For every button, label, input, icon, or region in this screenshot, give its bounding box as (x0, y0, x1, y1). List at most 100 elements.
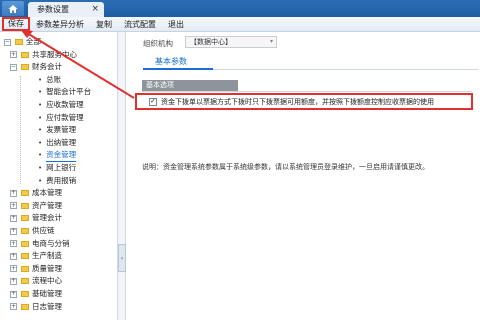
sidebar-item[interactable]: + 生产制造 (10, 250, 62, 262)
org-select-value: 【数据中心】 (190, 38, 232, 46)
flow-config-button[interactable]: 流式配置 (118, 17, 162, 32)
sidebar-item[interactable]: • 出纳管理 (38, 137, 76, 149)
sidebar-item-label: 应收款管理 (46, 100, 84, 109)
option-row-bill-quota: ✓ 资金下拨单以票据方式下拨时只下拨票据可用额度，并按照下拨额度控制应收票据的使… (135, 93, 473, 110)
collapse-icon[interactable]: − (10, 63, 17, 71)
tab-basic-params[interactable]: 基本参数 (155, 56, 187, 67)
expand-icon[interactable]: + (10, 265, 17, 273)
splitter[interactable] (118, 32, 126, 320)
sidebar-item[interactable]: • 总账 (38, 74, 61, 86)
expand-icon[interactable]: + (10, 303, 17, 311)
chevron-down-icon: ▾ (269, 38, 273, 45)
bullet-icon: • (38, 176, 43, 185)
sidebar-item[interactable]: • 应收款管理 (38, 99, 84, 111)
sidebar-item[interactable]: + 资产管理 (10, 200, 62, 212)
sidebar-item-label: 应付款管理 (46, 112, 84, 122)
expand-icon[interactable]: + (10, 290, 17, 298)
sidebar-item[interactable]: + 日志管理 (10, 301, 62, 313)
sidebar-item[interactable]: + 质量管理 (10, 263, 62, 275)
bullet-icon: • (38, 126, 43, 135)
toolbar: 保存 参数差异分析 复制 流式配置 退出 (0, 17, 480, 32)
sidebar-item-label: 生产制造 (32, 251, 62, 261)
folder-icon (21, 202, 29, 209)
active-tab-underline (143, 68, 213, 70)
bullet-icon: • (38, 88, 43, 97)
folder-icon (21, 303, 29, 310)
expand-icon[interactable]: + (10, 202, 17, 210)
sidebar-item-label: 管理会计 (32, 213, 62, 223)
sidebar-item[interactable]: + 管理会计 (10, 212, 62, 224)
folder-icon (21, 215, 29, 222)
bill-quota-checkbox[interactable]: ✓ (149, 97, 157, 106)
sidebar-item[interactable]: + 基础管理 (10, 288, 62, 300)
sidebar-item-label: 发票管理 (46, 125, 77, 135)
folder-icon (21, 253, 29, 260)
bullet-icon: • (38, 151, 43, 160)
option-label: 资金下拨单以票据方式下拨时只下拨票据可用额度，并按照下拨额度控制应收票据的使用 (161, 97, 434, 106)
sidebar-item[interactable]: • 智能会计平台 (38, 86, 91, 98)
sidebar-item[interactable]: − 全部 (4, 36, 41, 48)
sidebar-item-label: 流程中心 (32, 276, 62, 286)
bullet-icon: • (38, 113, 43, 122)
folder-icon (21, 291, 29, 297)
expand-icon[interactable]: + (10, 214, 17, 222)
sidebar-item[interactable]: + 成本管理 (10, 187, 62, 199)
sidebar-item-label: 资产管理 (32, 200, 62, 210)
sidebar-item-label: 全部 (26, 37, 41, 46)
tab-parameter-settings[interactable]: 参数设置 × (28, 2, 104, 17)
collapse-sidebar-handle[interactable]: ‹ (118, 244, 126, 272)
module-tree: − 全部 + 共享服务中心 − 财务会计 • 总账 • 智能会计平台 • 应收款管理 • 应付款管理 • 发票… (0, 32, 118, 320)
bullet-icon: • (38, 75, 43, 84)
collapse-icon[interactable]: − (4, 38, 11, 46)
sidebar-item-label: 供应链 (32, 226, 55, 235)
bullet-icon: • (38, 138, 43, 147)
sidebar-item-label: 智能会计平台 (46, 87, 92, 97)
sidebar-item[interactable]: • 费用报销 (38, 175, 76, 187)
sidebar-item[interactable]: • 资金管理 (38, 149, 77, 162)
sidebar-item[interactable]: + 供应链 (10, 225, 55, 237)
sidebar-item[interactable]: + 共享服务中心 (10, 49, 77, 61)
diff-analysis-button[interactable]: 参数差异分析 (30, 17, 90, 32)
bullet-icon: • (38, 101, 43, 109)
sidebar-item-label: 资金管理 (46, 149, 77, 162)
expand-icon[interactable]: + (10, 240, 17, 248)
sidebar-item[interactable]: • 网上银行 (38, 162, 76, 174)
home-button[interactable] (2, 1, 24, 16)
copy-button[interactable]: 复制 (90, 17, 118, 32)
tab-title: 参数设置 (37, 5, 69, 14)
expand-icon[interactable]: + (10, 189, 17, 197)
home-icon (8, 4, 18, 13)
folder-icon (21, 278, 29, 285)
sidebar-item-label: 成本管理 (32, 188, 62, 198)
sidebar-item[interactable]: − 财务会计 (10, 61, 62, 73)
sidebar-item-label: 总账 (46, 74, 62, 84)
sidebar-item[interactable]: • 应付款管理 (38, 112, 84, 124)
folder-icon (21, 64, 29, 71)
sidebar-item-label: 电商与分销 (32, 238, 70, 248)
sidebar-item-label: 网上银行 (46, 163, 77, 172)
expand-icon[interactable]: + (10, 227, 17, 235)
exit-button[interactable]: 退出 (162, 17, 190, 32)
sidebar-item-label: 出纳管理 (46, 137, 77, 147)
org-label: 组织机构 (143, 39, 173, 48)
org-select[interactable]: 【数据中心】 ▾ (185, 36, 277, 48)
expand-icon[interactable]: + (10, 252, 17, 260)
sidebar-item-label: 质量管理 (32, 263, 62, 273)
title-tab-bar: 参数设置 × (0, 0, 480, 17)
expand-icon[interactable]: + (10, 51, 17, 59)
sidebar-item[interactable]: • 发票管理 (38, 124, 76, 136)
folder-icon (15, 39, 23, 45)
sidebar-item-label: 财务会计 (32, 62, 62, 72)
tree-connector (20, 76, 21, 184)
sidebar-item-label: 费用报销 (46, 175, 77, 185)
folder-icon (21, 240, 29, 247)
sidebar-item[interactable]: + 流程中心 (10, 275, 62, 287)
sidebar-item[interactable]: + 电商与分销 (10, 238, 70, 250)
group-header-basic-options: 基本选项 (142, 80, 238, 91)
expand-icon[interactable]: + (10, 277, 17, 285)
close-icon[interactable]: × (91, 4, 99, 14)
folder-icon (21, 265, 29, 272)
folder-icon (21, 190, 29, 197)
save-button[interactable]: 保存 (2, 17, 30, 31)
sidebar-item-label: 基础管理 (32, 289, 62, 298)
